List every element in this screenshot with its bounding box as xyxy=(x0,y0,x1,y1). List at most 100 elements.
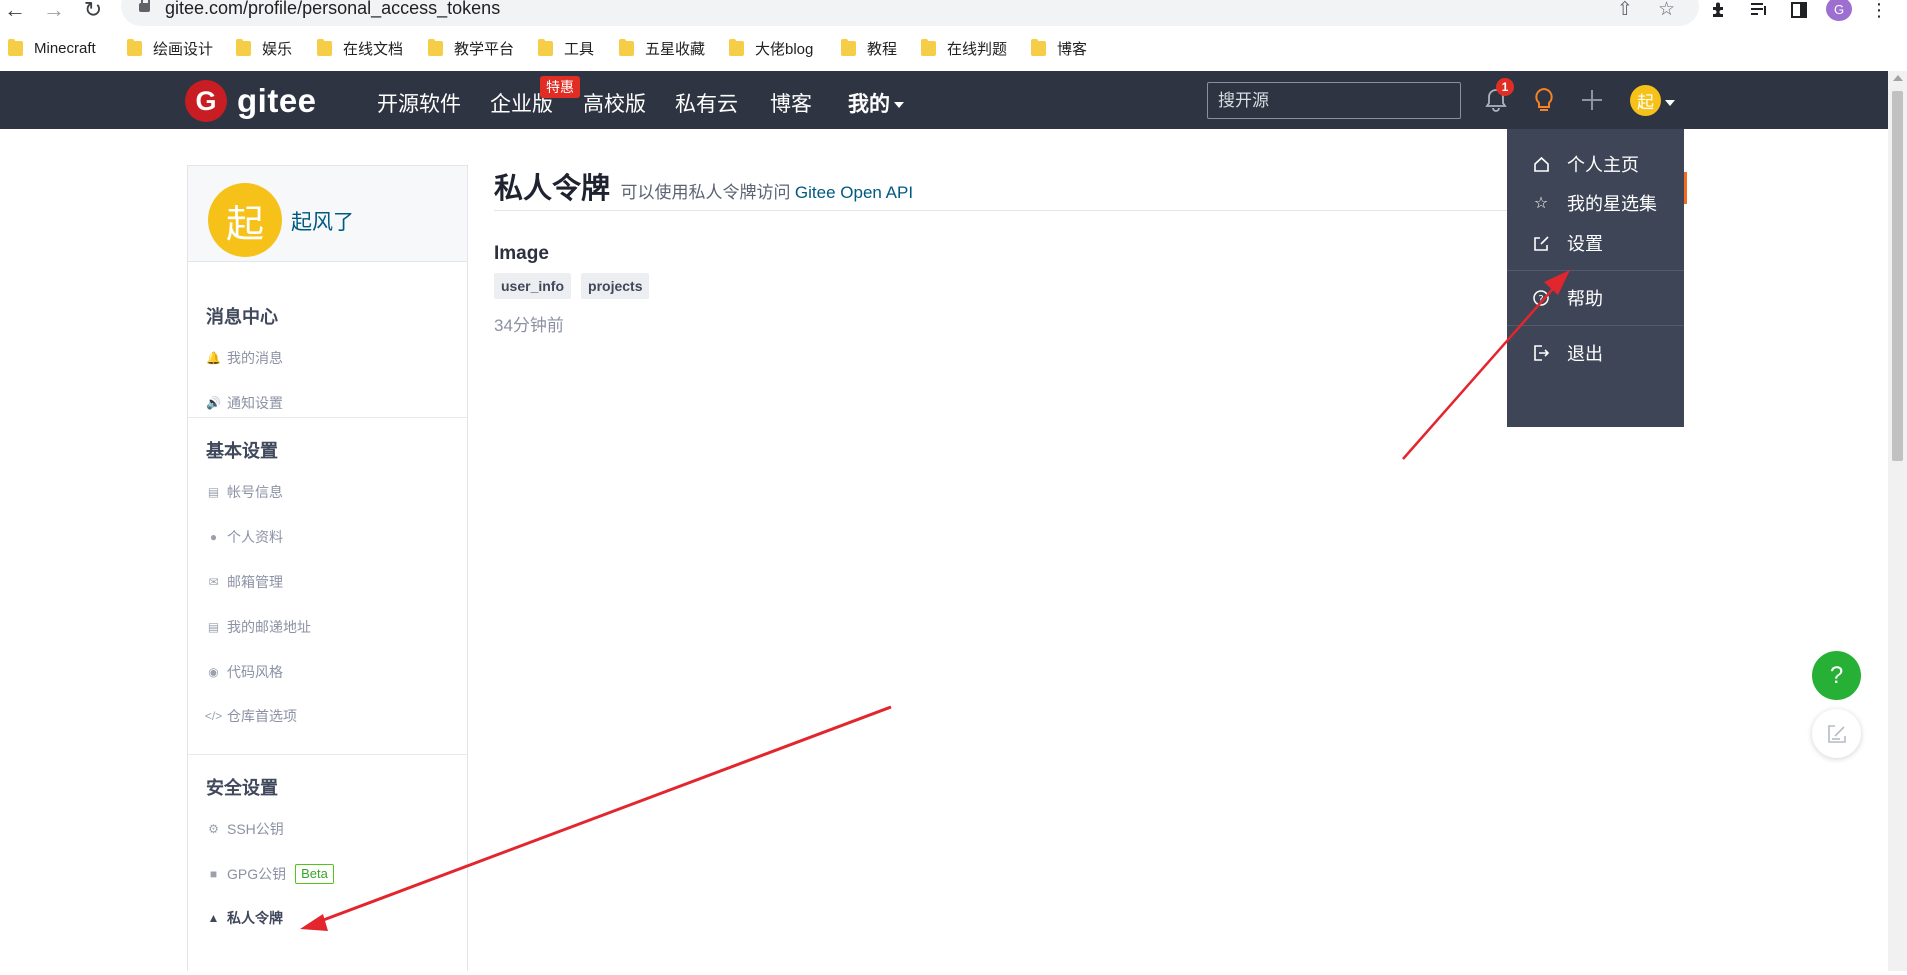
menu-item-label: 退出 xyxy=(1567,344,1603,364)
sidebar-item-email[interactable]: ✉ 邮箱管理 xyxy=(188,571,283,593)
bookmark-label: 绘画设计 xyxy=(153,40,214,58)
bookmark-folder[interactable]: 娱乐 xyxy=(236,36,292,60)
folder-icon xyxy=(841,38,856,56)
bookmark-star-icon[interactable]: ☆ xyxy=(1658,0,1675,21)
scrollbar-thumb[interactable] xyxy=(1892,91,1903,461)
sidebar-item-label: 个人资料 xyxy=(227,529,283,545)
sidebar-item-ssh-keys[interactable]: ⚙ SSH公钥 xyxy=(188,818,284,840)
sidebar-item-personal-tokens[interactable]: ▲ 私人令牌 xyxy=(188,907,283,929)
bookmark-folder[interactable]: 绘画设计 xyxy=(127,36,213,60)
bookmarks-bar: Minecraft 绘画设计 娱乐 在线文档 教学平台 工具 五星收藏 大佬bl… xyxy=(0,36,1907,62)
page-subtitle: 可以使用私人令牌访问 xyxy=(620,183,791,202)
sidebar-item-label: 帐号信息 xyxy=(227,484,283,500)
menu-item-help[interactable]: ? 帮助 xyxy=(1507,278,1684,318)
plus-icon[interactable] xyxy=(1577,85,1607,115)
browser-menu-icon[interactable]: ⋮ xyxy=(1866,0,1892,20)
section-security-settings: 安全设置 ⚙ SSH公钥 ■ GPG公钥 Beta ▲ 私人令牌 xyxy=(188,755,467,975)
nav-mine-label: 我的 xyxy=(848,93,890,116)
address-bar[interactable]: gitee.com/profile/personal_access_tokens… xyxy=(121,0,1699,26)
profile-username[interactable]: 起风了 xyxy=(291,206,354,236)
browser-profile-avatar[interactable]: G xyxy=(1826,0,1852,21)
star-icon: ☆ xyxy=(1533,195,1549,212)
folder-icon xyxy=(1031,38,1046,56)
extensions-icon[interactable] xyxy=(1706,0,1732,20)
feedback-edit-icon xyxy=(1827,724,1846,743)
lightbulb-icon[interactable] xyxy=(1529,85,1559,115)
divider xyxy=(494,210,1539,211)
nav-mine[interactable]: 我的 xyxy=(848,88,904,118)
menu-item-homepage[interactable]: 个人主页 xyxy=(1507,144,1684,184)
page-heading: 私人令牌 可以使用私人令牌访问 Gitee Open API xyxy=(494,165,913,207)
logout-icon xyxy=(1532,344,1550,362)
reading-list-icon[interactable] xyxy=(1746,0,1772,20)
sidebar-item-label: SSH公钥 xyxy=(227,821,284,837)
bookmark-label: Minecraft xyxy=(34,39,96,57)
bookmark-label: 教学平台 xyxy=(454,40,515,58)
sidebar-item-notification-settings[interactable]: 🔊 通知设置 xyxy=(188,392,283,414)
settings-sidebar: 起 起风了 消息中心 🔔 我的消息 🔊 通知设置 基本设置 ▤ 帐号信息 ● 个人资料 … xyxy=(187,165,468,971)
forward-icon[interactable]: → xyxy=(41,0,67,22)
back-icon[interactable]: ← xyxy=(2,0,28,22)
bookmark-folder[interactable]: 工具 xyxy=(538,36,594,60)
folder-icon xyxy=(538,38,553,56)
edit-icon xyxy=(1532,234,1550,252)
nav-open-source[interactable]: 开源软件 xyxy=(377,88,461,118)
sidebar-item-label: GPG公钥 xyxy=(227,866,287,882)
bookmark-folder[interactable]: 博客 xyxy=(1031,36,1087,60)
code-icon: </> xyxy=(204,709,223,723)
reload-icon[interactable]: ↻ xyxy=(80,0,106,22)
nav-blog[interactable]: 博客 xyxy=(770,88,812,118)
menu-item-settings[interactable]: 设置 xyxy=(1507,223,1684,263)
sidebar-item-my-messages[interactable]: 🔔 我的消息 xyxy=(188,347,283,369)
menu-item-starred[interactable]: ☆ 我的星选集 xyxy=(1507,183,1684,223)
gitee-logo[interactable]: G gitee xyxy=(185,80,317,122)
scroll-up-arrow-icon[interactable] xyxy=(1893,75,1903,81)
section-title: 基本设置 xyxy=(206,441,278,461)
folder-icon xyxy=(428,38,443,56)
sidebar-item-code-style[interactable]: ◉ 代码风格 xyxy=(188,661,283,683)
share-icon[interactable]: ⇧ xyxy=(1617,0,1633,21)
sidebar-item-postal-address[interactable]: ▤ 我的邮递地址 xyxy=(188,616,311,638)
chevron-down-icon xyxy=(894,102,904,109)
svg-text:?: ? xyxy=(1538,294,1543,305)
avatar-chevron-down-icon[interactable] xyxy=(1665,100,1675,106)
sidebar-item-label: 代码风格 xyxy=(227,664,283,680)
sidebar-item-repo-preferences[interactable]: </> 仓库首选项 xyxy=(188,705,297,727)
notification-count-badge: 1 xyxy=(1496,78,1514,96)
bookmark-folder[interactable]: 大佬blog xyxy=(729,36,813,60)
bookmark-folder[interactable]: 五星收藏 xyxy=(619,36,705,60)
bookmark-folder[interactable]: 教学平台 xyxy=(428,36,514,60)
folder-icon xyxy=(729,38,744,56)
menu-item-label: 个人主页 xyxy=(1567,155,1639,175)
folder-icon xyxy=(236,38,251,56)
side-panel-icon[interactable] xyxy=(1786,0,1812,20)
sidebar-item-label: 仓库首选项 xyxy=(227,708,297,724)
sidebar-item-profile[interactable]: ● 个人资料 xyxy=(188,526,283,548)
user-avatar[interactable]: 起 xyxy=(1630,85,1661,116)
bookmark-folder[interactable]: 教程 xyxy=(841,36,897,60)
nav-private-cloud[interactable]: 私有云 xyxy=(675,88,738,118)
profile-avatar[interactable]: 起 xyxy=(208,183,282,257)
sidebar-item-account-info[interactable]: ▤ 帐号信息 xyxy=(188,481,283,503)
person-icon: ● xyxy=(209,530,218,544)
open-api-link[interactable]: Gitee Open API xyxy=(795,183,913,202)
gitee-logo-text: gitee xyxy=(237,82,317,119)
folder-icon xyxy=(921,38,936,56)
bookmark-folder[interactable]: 在线文档 xyxy=(317,36,403,60)
address-bar-url[interactable]: gitee.com/profile/personal_access_tokens xyxy=(165,0,500,19)
nav-education[interactable]: 高校版 xyxy=(583,88,646,118)
search-input[interactable] xyxy=(1207,82,1461,119)
gitee-logo-icon: G xyxy=(185,80,227,122)
bookmark-folder[interactable]: Minecraft xyxy=(8,36,96,60)
palette-icon: ◉ xyxy=(208,665,219,679)
menu-item-logout[interactable]: 退出 xyxy=(1507,333,1684,373)
bookmark-folder[interactable]: 在线判题 xyxy=(921,36,1007,60)
sidebar-item-gpg-keys[interactable]: ■ GPG公钥 Beta xyxy=(188,863,334,885)
page-scrollbar[interactable] xyxy=(1888,71,1907,971)
section-basic-settings: 基本设置 ▤ 帐号信息 ● 个人资料 ✉ 邮箱管理 ▤ 我的邮递地址 ◉ 代码风格 </>… xyxy=(188,418,467,755)
address-card-icon: ▤ xyxy=(207,620,220,634)
feedback-button[interactable] xyxy=(1812,709,1861,758)
menu-item-label: 设置 xyxy=(1567,234,1603,254)
section-messages: 消息中心 🔔 我的消息 🔊 通知设置 xyxy=(188,262,467,418)
help-button[interactable]: ? xyxy=(1812,651,1861,700)
